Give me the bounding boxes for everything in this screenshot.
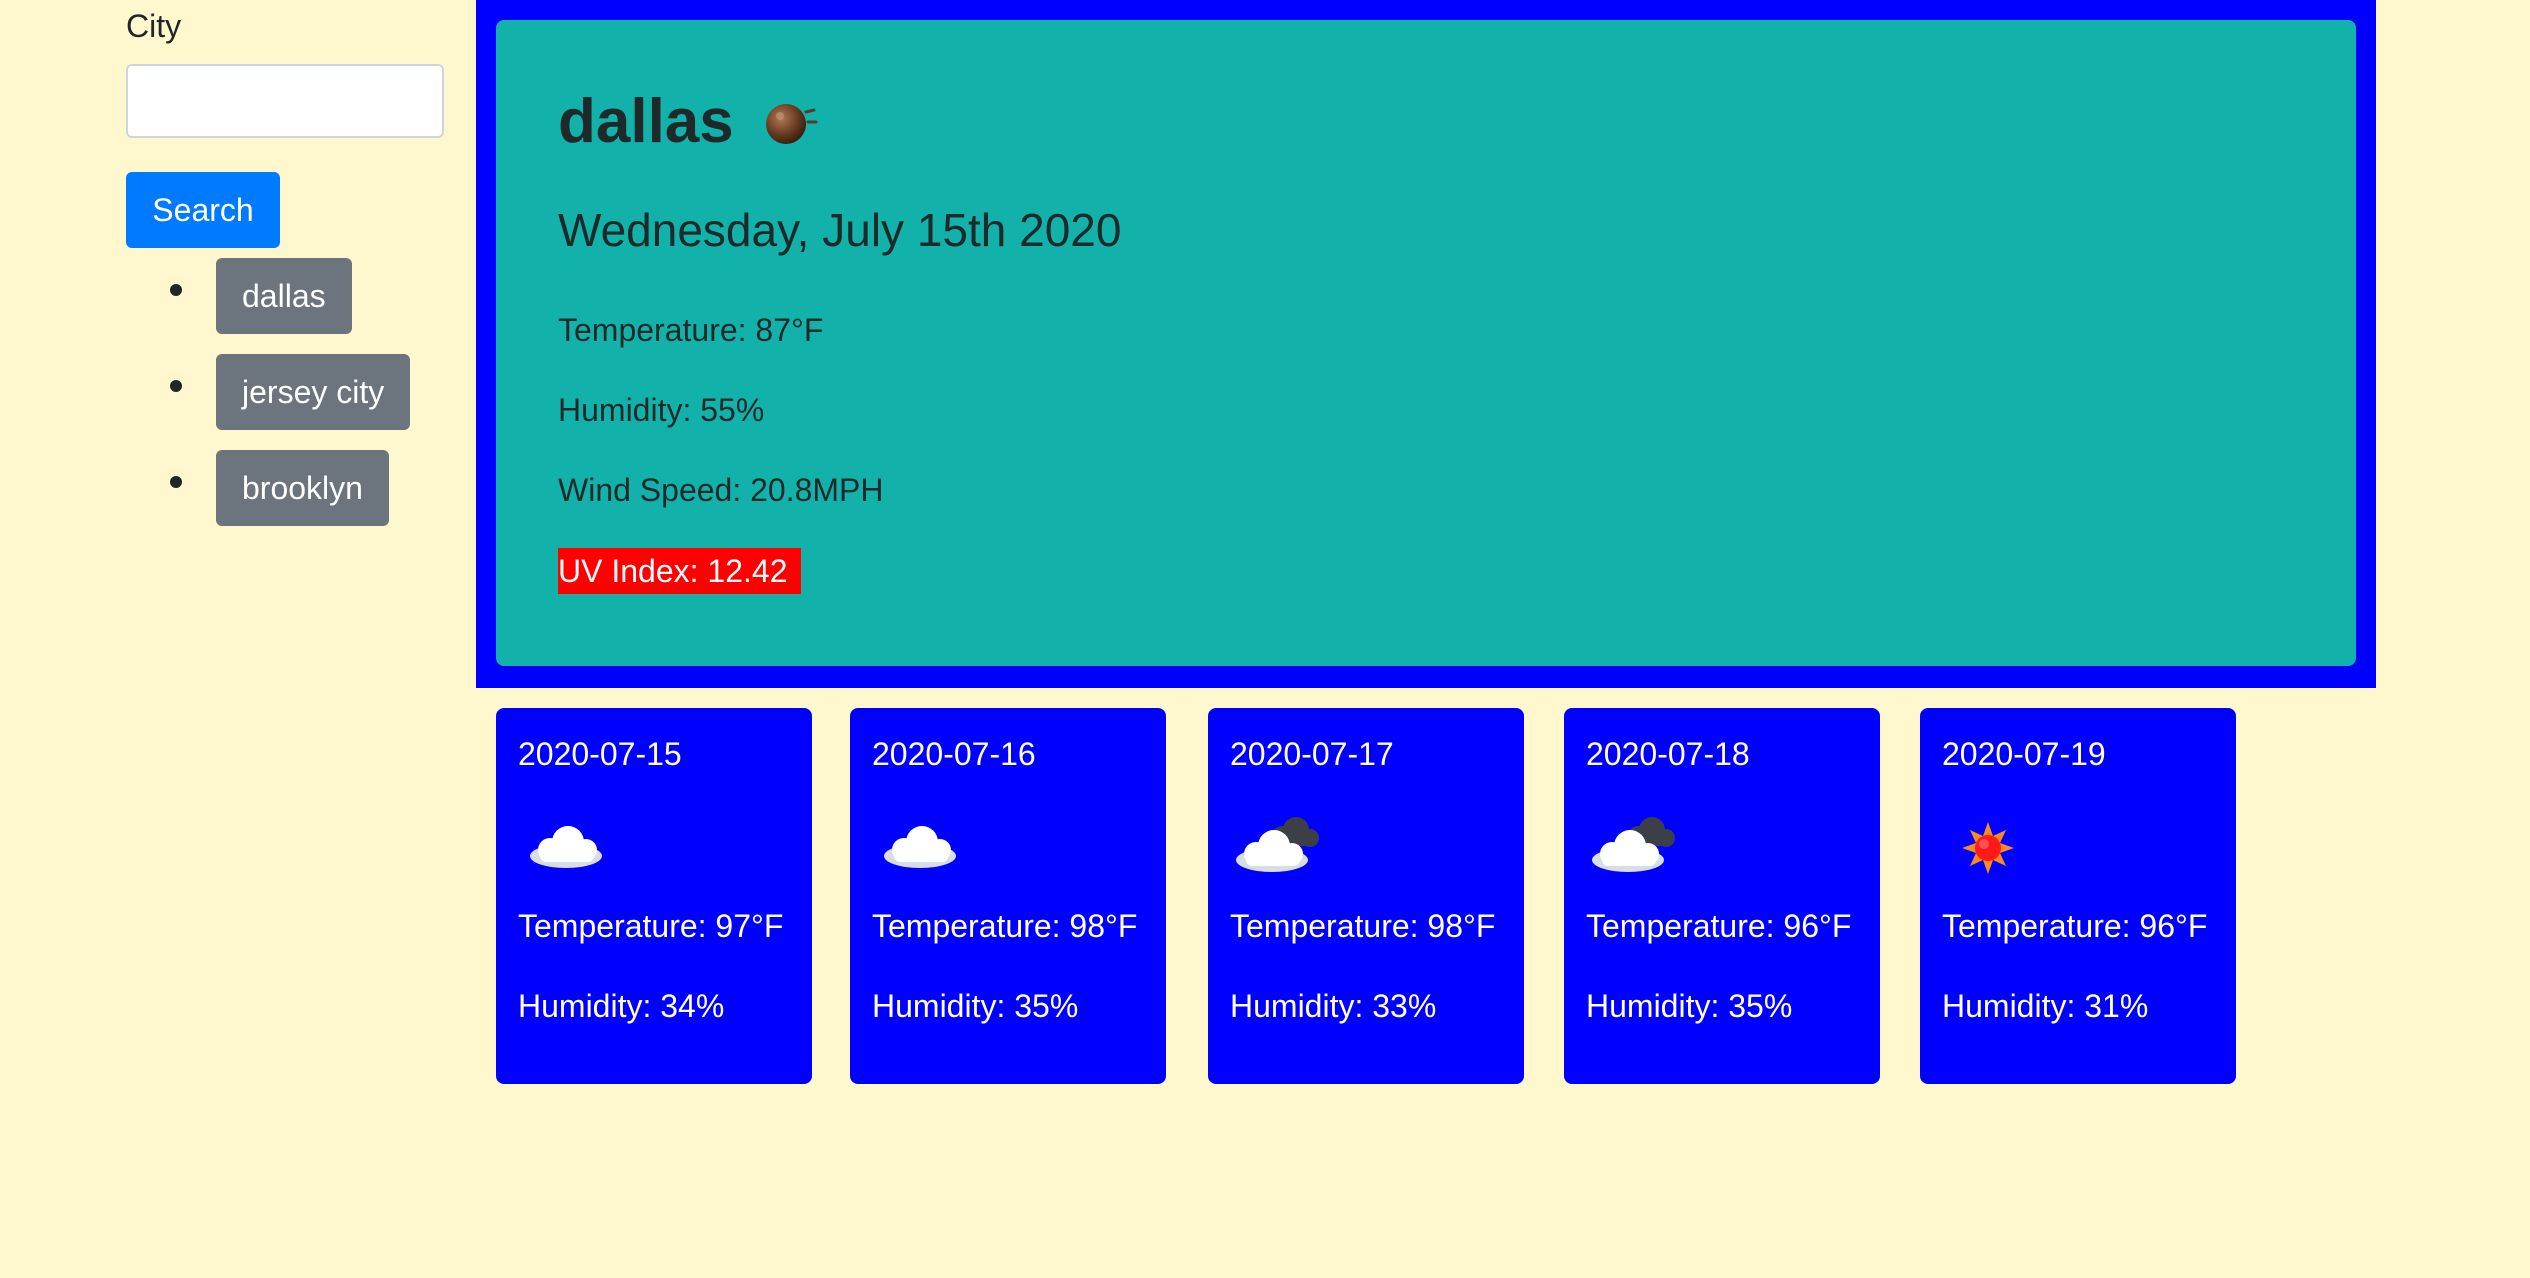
forecast-temperature: Temperature: 96°F [1942,908,2208,944]
history-button-jersey-city[interactable]: jersey city [216,354,411,430]
current-humidity: Humidity: 55% [558,392,765,428]
city-search-input[interactable] [126,64,444,138]
forecast-temperature: Temperature: 96°F [1586,908,1852,944]
forecast-card: 2020-07-16 Temperature: 98°F Humidity: 3… [850,708,1166,1084]
sun-icon [1942,808,2038,880]
forecast-humidity: Humidity: 31% [1942,988,2149,1024]
current-weather-card: dallas Wednesday, July 15th 2020 Tempera… [496,20,2356,666]
broken-clouds-icon [1586,808,1682,880]
forecast-temperature: Temperature: 98°F [1230,908,1496,944]
current-weather-panel: dallas Wednesday, July 15th 2020 Tempera… [476,0,2376,688]
history-button-dallas[interactable]: dallas [216,258,352,334]
current-date: Wednesday, July 15th 2020 [558,204,1122,256]
city-label: City [126,8,182,44]
search-button[interactable]: Search [126,172,280,248]
city-name: dallas [558,87,734,156]
forecast-card: 2020-07-19 Temperature: 96°F Humidity: 3… [1920,708,2236,1084]
forecast-card: 2020-07-18 Temperature: 96°F Humidity: 3… [1564,708,1880,1084]
current-temperature: Temperature: 87°F [558,312,824,348]
forecast-date: 2020-07-19 [1942,736,2106,772]
forecast-date: 2020-07-16 [872,736,1036,772]
list-bullet [170,476,182,488]
forecast-temperature: Temperature: 98°F [872,908,1138,944]
forecast-card: 2020-07-15 Temperature: 97°F Humidity: 3… [496,708,812,1084]
cloud-icon [872,808,968,880]
list-bullet [170,284,182,296]
forecast-card: 2020-07-17 Temperature: 98°F Humidity: 3… [1208,708,1524,1084]
forecast-humidity: Humidity: 33% [1230,988,1437,1024]
broken-clouds-icon [1230,808,1326,880]
uv-index-badge: UV Index: 12.42 [558,548,802,594]
forecast-date: 2020-07-17 [1230,736,1394,772]
forecast-date: 2020-07-15 [518,736,682,772]
forecast-humidity: Humidity: 34% [518,988,725,1024]
history-button-brooklyn[interactable]: brooklyn [216,450,389,526]
list-bullet [170,380,182,392]
city-heading: dallas [558,86,818,158]
cloud-icon [518,808,614,880]
forecast-humidity: Humidity: 35% [872,988,1079,1024]
forecast-date: 2020-07-18 [1586,736,1750,772]
haze-icon [762,94,818,150]
forecast-humidity: Humidity: 35% [1586,988,1793,1024]
forecast-temperature: Temperature: 97°F [518,908,784,944]
current-wind-speed: Wind Speed: 20.8MPH [558,472,884,508]
